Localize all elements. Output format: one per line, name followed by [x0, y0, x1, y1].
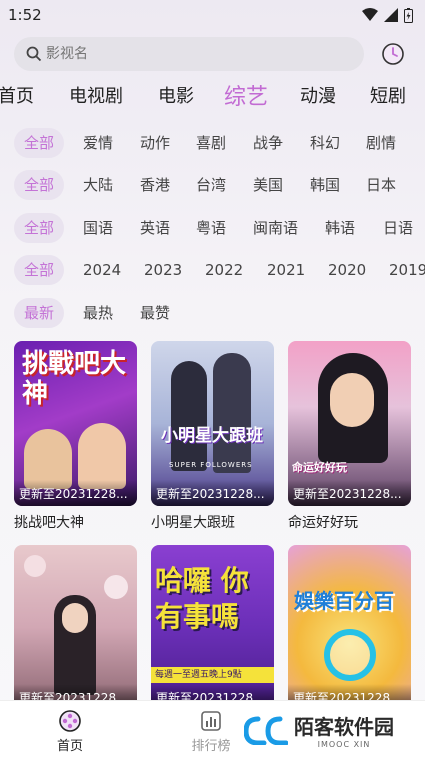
filter-region-item[interactable]: 台湾 [196, 170, 226, 200]
show-card[interactable]: 哈囉 你有事嗎 每週一至週五晚上9點 更新至20231228... [151, 545, 274, 710]
poster-image: 挑戰吧大神 更新至20231228... [14, 341, 137, 506]
tab-short-drama[interactable]: 短剧 [370, 82, 406, 108]
filter-genre-item[interactable]: 科幻 [310, 128, 340, 158]
filter-genre-item[interactable]: 剧情 [366, 128, 396, 158]
watermark-text: 陌客软件园 [294, 715, 394, 739]
search-box[interactable] [14, 37, 364, 71]
filter-language-item[interactable]: 国语 [83, 213, 113, 243]
filter-language-item[interactable]: 日语 [383, 213, 413, 243]
show-card[interactable]: 挑戰吧大神 更新至20231228... 挑战吧大神 [14, 341, 137, 532]
nav-home[interactable]: 首页 [40, 709, 100, 754]
filter-region-item[interactable]: 香港 [140, 170, 170, 200]
clock-icon [382, 43, 404, 65]
filter-genre-item[interactable]: 战争 [253, 128, 283, 158]
status-bar: 1:52 [0, 0, 425, 30]
poster-sub-text: SUPER FOLLOWERS [169, 461, 253, 469]
tab-anime[interactable]: 动漫 [300, 82, 336, 108]
poster-flower [24, 555, 46, 577]
filter-region-item[interactable]: 大陆 [83, 170, 113, 200]
poster-logo-text: 哈囉 你有事嗎 [155, 564, 249, 633]
tab-movies[interactable]: 电影 [158, 82, 194, 108]
poster-person [213, 353, 251, 473]
filter-region-item[interactable]: 美国 [253, 170, 283, 200]
battery-icon [404, 7, 413, 23]
poster-ring [324, 629, 376, 681]
show-card[interactable]: 小明星大跟班 SUPER FOLLOWERS 更新至20231228... 小明… [151, 341, 274, 532]
status-time: 1:52 [8, 6, 42, 24]
filter-language-item[interactable]: 韩语 [325, 213, 355, 243]
filter-sort-hottest[interactable]: 最热 [83, 298, 113, 328]
filter-year-item[interactable]: 2023 [144, 255, 182, 285]
filter-year-item[interactable]: 2022 [205, 255, 243, 285]
film-reel-icon [59, 710, 81, 732]
show-card[interactable]: 更新至20231228... [14, 545, 137, 710]
filter-year-item[interactable]: 2024 [83, 255, 121, 285]
filter-region-item[interactable]: 韩国 [310, 170, 340, 200]
watermark-sub: IMOOC XIN [317, 740, 371, 749]
update-caption: 更新至20231228... [151, 480, 274, 506]
poster-logo-text: 娛樂百分百 [294, 589, 394, 613]
poster-face [330, 373, 374, 427]
logo-icon [244, 716, 288, 745]
poster-image: 小明星大跟班 SUPER FOLLOWERS 更新至20231228... [151, 341, 274, 506]
search-input[interactable] [46, 46, 326, 62]
filter-genre-item[interactable]: 动作 [140, 128, 170, 158]
filter-genre-all[interactable]: 全部 [14, 128, 65, 158]
tab-variety[interactable]: 综艺 [224, 79, 268, 111]
tab-home[interactable]: 首页 [0, 82, 34, 108]
card-title: 挑战吧大神 [14, 515, 84, 531]
poster-face [62, 603, 88, 633]
filter-language-item[interactable]: 粤语 [196, 213, 226, 243]
filter-genre-row: 全部 爱情 动作 喜剧 战争 科幻 剧情 [0, 128, 425, 160]
filter-language-item[interactable]: 闽南语 [253, 213, 298, 243]
poster-image: 更新至20231228... [14, 545, 137, 710]
filter-sort-latest[interactable]: 最新 [14, 298, 65, 328]
filter-year-row: 全部 2024 2023 2022 2021 2020 2019 [0, 255, 425, 287]
update-caption: 更新至20231228... [288, 480, 411, 506]
poster-flower [104, 575, 128, 599]
poster-logo-text: 小明星大跟班 [161, 426, 263, 446]
card-title: 命运好好玩 [288, 515, 358, 531]
filter-language-row: 全部 国语 英语 粤语 闽南语 韩语 日语 [0, 213, 425, 245]
show-card[interactable]: 命运好好玩 更新至20231228... 命运好好玩 [288, 341, 411, 532]
filter-region-all[interactable]: 全部 [14, 170, 65, 200]
status-icons [362, 7, 413, 23]
filter-year-all[interactable]: 全部 [14, 255, 65, 285]
update-caption: 更新至20231228... [14, 480, 137, 506]
poster-image: 娛樂百分百 更新至20231228... [288, 545, 411, 710]
filter-region-item[interactable]: 日本 [366, 170, 396, 200]
poster-sub-text: 每週一至週五晚上9點 [151, 667, 274, 683]
filter-year-item[interactable]: 2019 [389, 255, 425, 285]
filter-sort-row: 最新 最热 最赞 [0, 298, 425, 330]
filter-sort-most-liked[interactable]: 最赞 [140, 298, 170, 328]
filter-genre-item[interactable]: 喜剧 [196, 128, 226, 158]
bar-chart-icon [201, 711, 221, 731]
filter-genre-item[interactable]: 爱情 [83, 128, 113, 158]
tab-tv-series[interactable]: 电视剧 [69, 82, 123, 108]
watermark: 陌客软件园 IMOOC XIN [240, 706, 420, 754]
nav-ranking[interactable]: 排行榜 [181, 709, 241, 754]
nav-home-label: 首页 [56, 739, 83, 754]
filter-language-all[interactable]: 全部 [14, 213, 65, 243]
poster-image: 哈囉 你有事嗎 每週一至週五晚上9點 更新至20231228... [151, 545, 274, 710]
show-card[interactable]: 娛樂百分百 更新至20231228... [288, 545, 411, 710]
search-icon [26, 46, 42, 62]
poster-logo-text: 挑戰吧大神 [22, 349, 127, 409]
nav-ranking-label: 排行榜 [191, 739, 231, 754]
card-title: 小明星大跟班 [151, 515, 235, 531]
poster-image: 命运好好玩 更新至20231228... [288, 341, 411, 506]
filter-region-row: 全部 大陆 香港 台湾 美国 韩国 日本 [0, 170, 425, 202]
filter-year-item[interactable]: 2021 [267, 255, 305, 285]
poster-logo-text: 命运好好玩 [292, 461, 347, 474]
filter-language-item[interactable]: 英语 [140, 213, 170, 243]
signal-icon [384, 8, 398, 22]
search-row [14, 37, 414, 71]
wifi-icon [362, 8, 378, 21]
history-button[interactable] [379, 40, 407, 68]
main-tabs: 首页 电视剧 电影 综艺 动漫 短剧 [0, 78, 425, 114]
poster-person [171, 361, 207, 471]
filter-year-item[interactable]: 2020 [328, 255, 366, 285]
